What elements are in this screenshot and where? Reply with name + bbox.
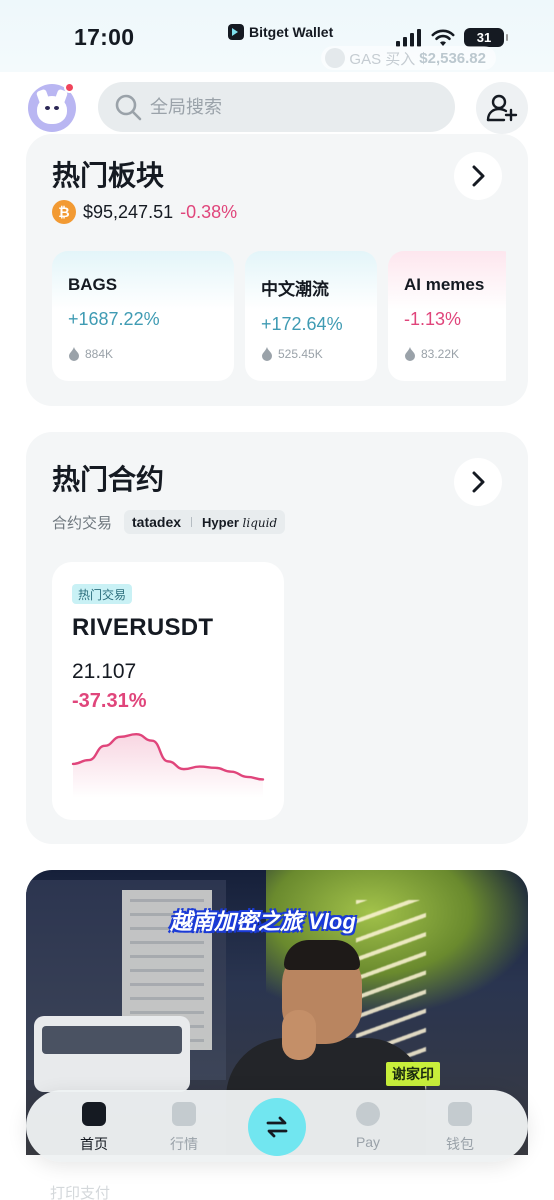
btc-price-row[interactable]: ₿ $95,247.51 -0.38% bbox=[52, 200, 237, 224]
pay-icon bbox=[356, 1102, 380, 1126]
hot-futures-more-button[interactable] bbox=[454, 458, 502, 506]
futures-platforms: tatadex Hyper liquid bbox=[124, 510, 286, 534]
sector-volume-value: 884K bbox=[85, 347, 114, 361]
battery-indicator: 31 bbox=[464, 28, 508, 47]
gas-icon bbox=[325, 48, 346, 68]
gas-buy-ghost: GAS 买入 $2,536.82 bbox=[321, 46, 496, 70]
search-icon bbox=[115, 94, 142, 121]
futures-subtitle-row: 合约交易 tatadex Hyper liquid bbox=[52, 510, 286, 534]
ghost-bottom-text: 打印支付 bbox=[50, 1185, 111, 1200]
search-bar[interactable] bbox=[98, 82, 455, 132]
market-icon bbox=[172, 1102, 196, 1126]
sector-change: -1.13% bbox=[404, 309, 462, 329]
tab-label: 首页 bbox=[80, 1136, 108, 1152]
status-time: 17:00 bbox=[74, 24, 135, 50]
tab-label: Pay bbox=[355, 1134, 381, 1150]
wifi-icon bbox=[431, 29, 455, 46]
banner-person-hand bbox=[282, 1010, 316, 1060]
avatar-eye bbox=[45, 106, 50, 110]
chevron-right-icon bbox=[472, 165, 485, 187]
avatar-eye bbox=[54, 106, 59, 110]
sector-volume: 884K bbox=[68, 347, 113, 361]
sector-change: +172.64% bbox=[261, 314, 343, 334]
avatar-face bbox=[37, 96, 67, 124]
platform-hyperliquid: Hyper liquid bbox=[202, 515, 277, 530]
signal-icon bbox=[396, 28, 421, 47]
flame-icon bbox=[405, 347, 415, 361]
home-icon bbox=[82, 1102, 106, 1126]
sparkline-area bbox=[73, 734, 263, 798]
sector-change: +1687.22% bbox=[68, 309, 160, 329]
banner-caption: 谢家印 bbox=[386, 1062, 440, 1086]
sector-name: AI memes bbox=[404, 275, 485, 294]
sector-card-chinese-trend[interactable]: 中文潮流 +172.64% 525.45K bbox=[245, 251, 377, 381]
platform-tatadex: tatadex bbox=[132, 514, 182, 530]
sector-volume-value: 83.22K bbox=[421, 347, 460, 361]
tab-wallet[interactable]: 钱包 bbox=[430, 1102, 490, 1154]
sector-card-ai-memes[interactable]: AI memes -1.13% 83.22K bbox=[388, 251, 506, 381]
wallet-icon bbox=[448, 1102, 472, 1126]
app-indicator: Bitget Wallet bbox=[228, 24, 333, 40]
btc-price: $95,247.51 bbox=[83, 201, 174, 222]
flame-icon bbox=[69, 347, 79, 361]
sector-card-bags[interactable]: BAGS +1687.22% 884K bbox=[52, 251, 234, 381]
hot-futures-title: 热门合约 bbox=[52, 464, 165, 495]
battery-level: 31 bbox=[476, 30, 492, 45]
tab-home[interactable]: 首页 bbox=[64, 1102, 124, 1154]
add-user-icon bbox=[486, 94, 518, 122]
platform-divider bbox=[191, 517, 193, 527]
banner-person-hair bbox=[284, 940, 360, 970]
banner-bus bbox=[34, 1016, 190, 1092]
contract-card-riverusdt[interactable]: 热门交易 RIVERUSDT 21.107 -37.31% bbox=[52, 562, 284, 820]
sector-volume-value: 525.45K bbox=[278, 347, 323, 361]
sector-list[interactable]: BAGS +1687.22% 884K 中文潮流 +172.64% 525.45… bbox=[52, 251, 506, 381]
hot-sectors-card: 热门板块 ₿ $95,247.51 -0.38% BAGS +1687.22% … bbox=[26, 134, 528, 406]
chevron-right-icon bbox=[472, 471, 485, 493]
tab-label: 行情 bbox=[170, 1136, 198, 1152]
contract-sparkline bbox=[71, 733, 265, 798]
tab-pay[interactable]: Pay bbox=[338, 1102, 398, 1150]
bitget-logo-icon bbox=[228, 24, 244, 40]
btc-change: -0.38% bbox=[180, 201, 238, 222]
bottom-tab-bar: 首页 行情 Pay 钱包 bbox=[26, 1090, 528, 1162]
sector-volume: 525.45K bbox=[261, 347, 323, 361]
sector-name: BAGS bbox=[68, 275, 118, 294]
platform-hyperliquid-a: Hyper bbox=[202, 514, 239, 530]
app-name: Bitget Wallet bbox=[249, 24, 334, 40]
add-contact-button[interactable] bbox=[476, 82, 528, 134]
bitcoin-icon: ₿ bbox=[52, 200, 76, 224]
sector-volume: 83.22K bbox=[404, 347, 459, 361]
notification-dot bbox=[64, 82, 75, 93]
hot-sectors-more-button[interactable] bbox=[454, 152, 502, 200]
gas-label: GAS 买入 bbox=[349, 50, 416, 68]
futures-subtitle: 合约交易 bbox=[52, 514, 113, 532]
contract-pair: RIVERUSDT bbox=[72, 614, 214, 641]
hot-futures-card: 热门合约 合约交易 tatadex Hyper liquid 热门交易 RIVE… bbox=[26, 432, 528, 844]
hot-trade-tag: 热门交易 bbox=[72, 584, 133, 604]
tab-label: 钱包 bbox=[446, 1136, 474, 1152]
status-icons: 31 bbox=[396, 28, 508, 47]
swap-icon bbox=[266, 1116, 288, 1138]
hot-sectors-title: 热门板块 bbox=[52, 160, 165, 191]
swap-button[interactable] bbox=[248, 1098, 306, 1156]
banner-title: 越南加密之旅 Vlog bbox=[170, 909, 356, 934]
flame-icon bbox=[262, 347, 272, 361]
platform-hyperliquid-b: liquid bbox=[242, 515, 278, 530]
gas-amount: $2,536.82 bbox=[419, 49, 486, 67]
contract-change: -37.31% bbox=[72, 690, 147, 712]
contract-price: 21.107 bbox=[72, 660, 137, 683]
sector-name: 中文潮流 bbox=[261, 280, 329, 299]
tab-market[interactable]: 行情 bbox=[154, 1102, 214, 1154]
search-input[interactable] bbox=[150, 96, 430, 118]
